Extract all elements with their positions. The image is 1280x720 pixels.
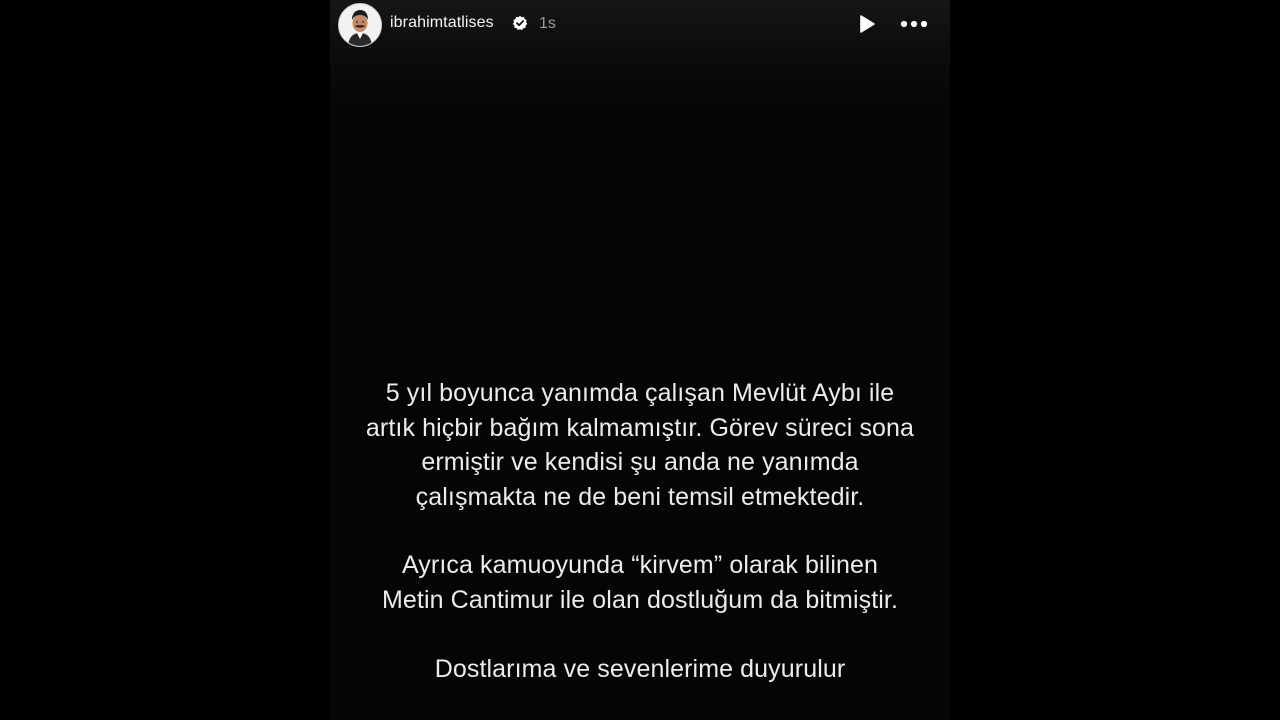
- story-text-paragraph-2: Ayrıca kamuoyunda “kirvem” olarak biline…: [330, 548, 950, 617]
- page-background: ibrahimtatlises 1s 5 yıl boyunca yanımda…: [0, 0, 1280, 720]
- story-text-paragraph-1: 5 yıl boyunca yanımda çalışan Mevlüt Ayb…: [330, 376, 950, 514]
- play-icon[interactable]: [856, 13, 878, 35]
- post-time: 1s: [539, 15, 556, 32]
- username-link[interactable]: ibrahimtatlises: [390, 14, 494, 32]
- text-line: ermiştir ve kendisi şu anda ne yanımda: [421, 448, 859, 476]
- text-line: Metin Cantimur ile olan dostluğum da bit…: [381, 585, 899, 614]
- profile-avatar[interactable]: [338, 3, 382, 47]
- more-options-icon[interactable]: [899, 13, 929, 35]
- story-viewer: ibrahimtatlises 1s 5 yıl boyunca yanımda…: [330, 0, 950, 720]
- story-text-paragraph-3: Dostlarıma ve sevenlerime duyurulur: [330, 652, 950, 687]
- avatar-portrait-icon: [339, 4, 381, 46]
- text-line: Ayrıca kamuoyunda “kirvem” olarak biline…: [401, 551, 879, 579]
- text-line: Dostlarıma ve sevenlerime duyurulur: [434, 655, 846, 683]
- verified-badge-icon: [512, 15, 528, 30]
- text-line: 5 yıl boyunca yanımda çalışan Mevlüt Ayb…: [385, 379, 895, 407]
- story-header: ibrahimtatlises 1s: [330, 0, 950, 48]
- text-line: çalışmakta ne de beni temsil etmektedir.: [415, 482, 865, 511]
- text-line: artık hiçbir bağım kalmamıştır. Görev sü…: [365, 413, 915, 442]
